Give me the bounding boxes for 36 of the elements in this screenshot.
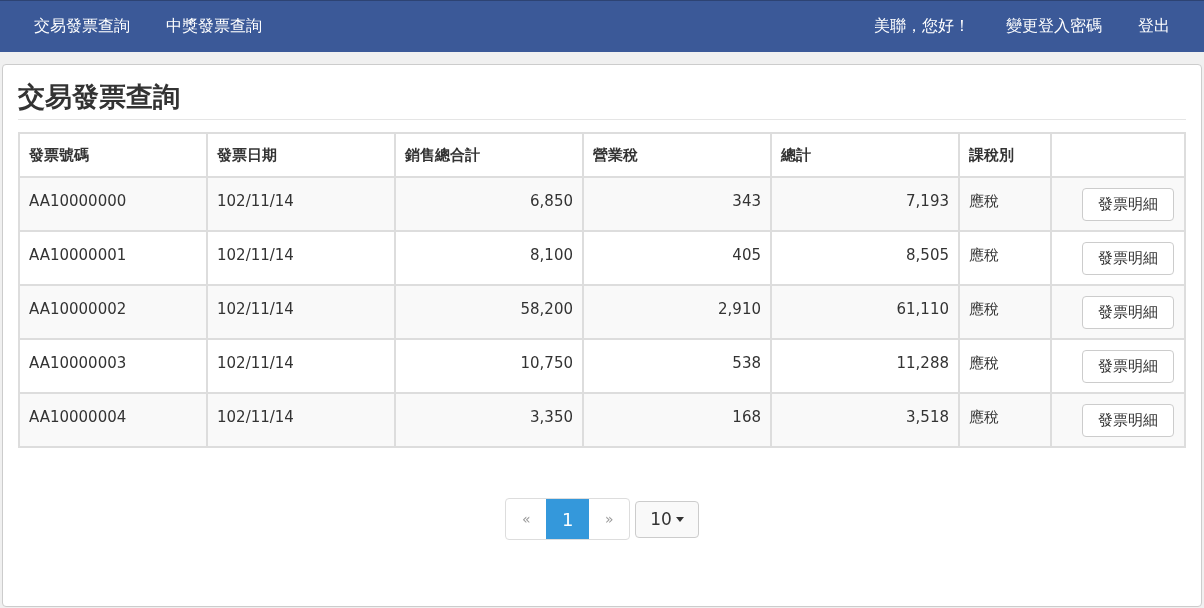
column-header: 發票號碼 — [19, 133, 207, 177]
table-cell: 2,910 — [583, 285, 771, 339]
page-title: 交易發票查詢 — [18, 79, 1186, 120]
table-cell: 102/11/14 — [207, 285, 395, 339]
table-cell: 3,518 — [771, 393, 959, 447]
caret-icon — [675, 516, 684, 522]
table-cell: 7,193 — [771, 177, 959, 231]
column-header: 銷售總合計 — [395, 133, 583, 177]
nav-link[interactable]: 登出 — [1120, 16, 1188, 37]
invoice-detail-button[interactable]: 發票明細 — [1082, 350, 1174, 383]
invoice-detail-button[interactable]: 發票明細 — [1082, 242, 1174, 275]
invoice-detail-button[interactable]: 發票明細 — [1082, 404, 1174, 437]
table-cell: 3,350 — [395, 393, 583, 447]
table-cell: 102/11/14 — [207, 177, 395, 231]
column-header: 營業稅 — [583, 133, 771, 177]
page-size-dropdown[interactable]: 10 — [635, 500, 699, 538]
nav-link[interactable]: 交易發票查詢 — [16, 16, 148, 37]
table-cell: 168 — [583, 393, 771, 447]
table-cell: 應稅 — [959, 177, 1051, 231]
nav-link[interactable]: 中獎發票查詢 — [148, 16, 280, 37]
nav-link[interactable]: 變更登入密碼 — [988, 16, 1120, 37]
table-cell: AA10000000 — [19, 177, 207, 231]
table-cell: 61,110 — [771, 285, 959, 339]
table-cell: AA10000002 — [19, 285, 207, 339]
invoice-detail-button[interactable]: 發票明細 — [1082, 296, 1174, 329]
table-cell: 343 — [583, 177, 771, 231]
table-cell: 102/11/14 — [207, 393, 395, 447]
column-header: 總計 — [771, 133, 959, 177]
table-cell: AA10000004 — [19, 393, 207, 447]
column-header: 發票日期 — [207, 133, 395, 177]
table-cell: 應稅 — [959, 393, 1051, 447]
table-cell: 應稅 — [959, 285, 1051, 339]
table-cell: 6,850 — [395, 177, 583, 231]
invoice-detail-button[interactable]: 發票明細 — [1082, 188, 1174, 221]
greeting-text: 美聯，您好！ — [873, 16, 971, 37]
table-cell: 58,200 — [395, 285, 583, 339]
